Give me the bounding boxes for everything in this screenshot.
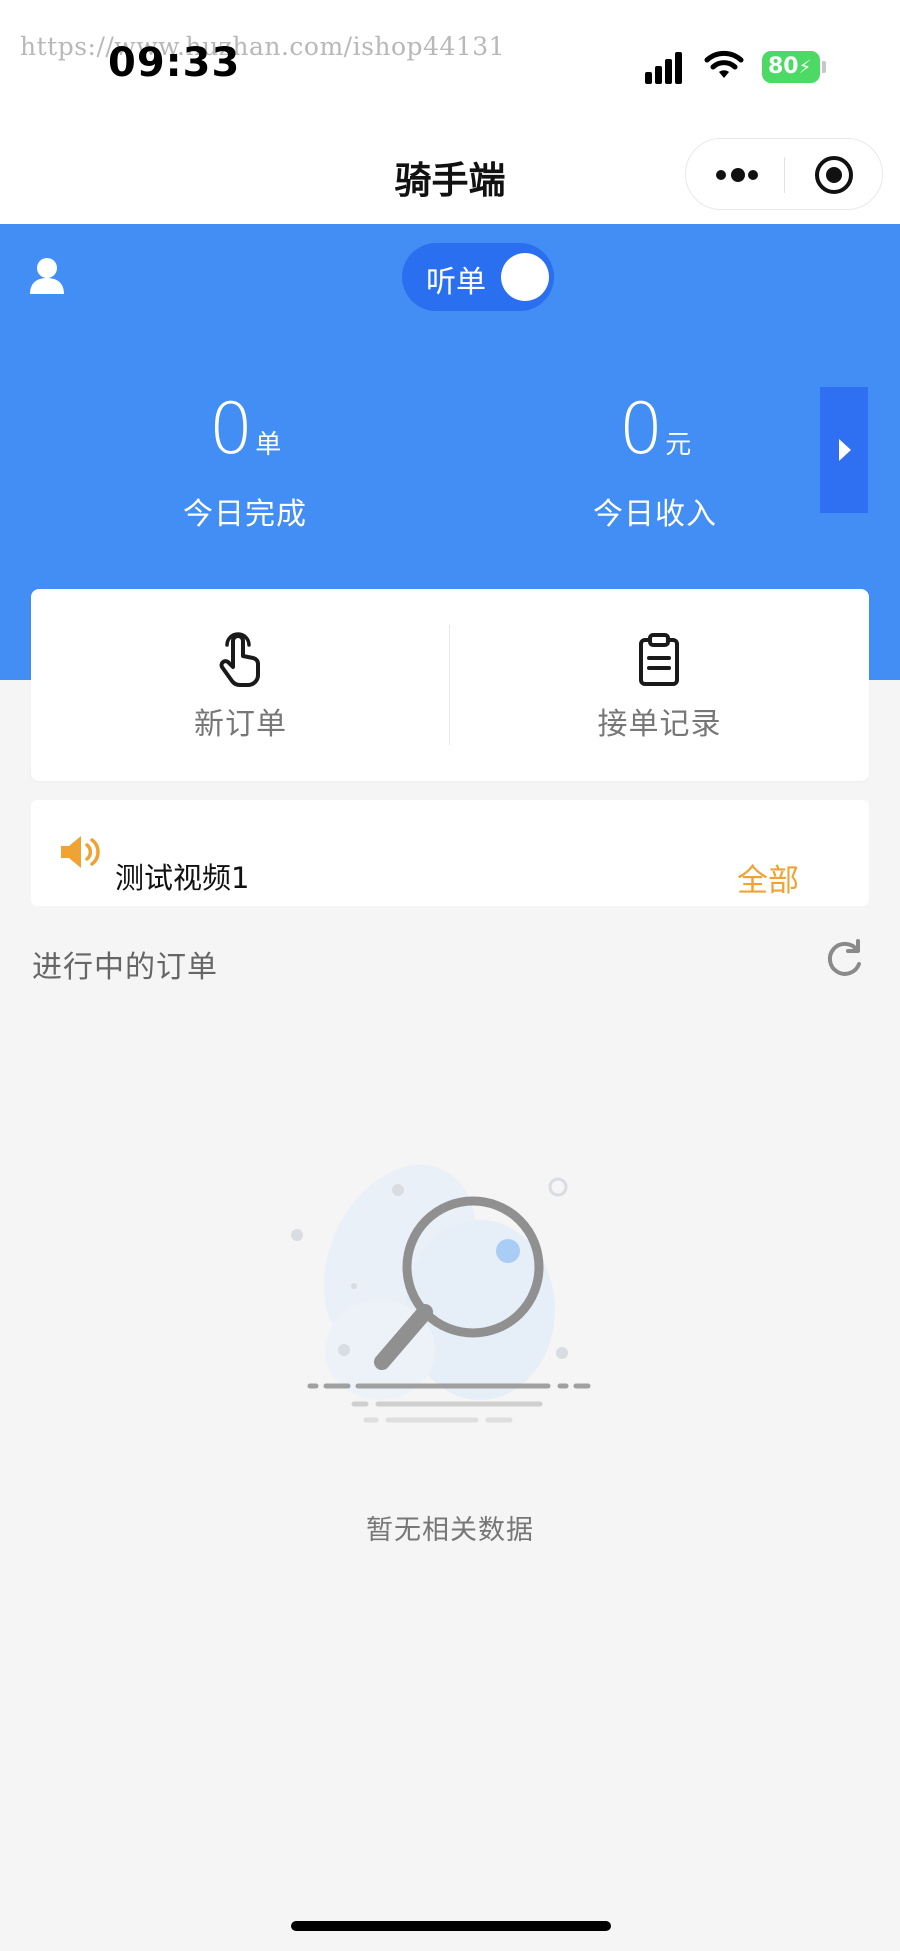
nav-bar: 骑手端 [0,128,900,224]
clipboard-icon [639,633,679,686]
stat-completed-label: 今日完成 [183,497,307,532]
new-orders-label: 新订单 [194,707,287,742]
close-miniprogram-icon[interactable] [815,156,853,194]
stat-completed-value: 0 [208,388,254,470]
status-bar: https://www.huzhan.com/ishop44131 09:33 … [0,0,900,128]
action-card: 新订单 接单记录 [31,589,869,781]
toggle-knob [501,253,549,301]
stat-income-unit: 元 [665,430,692,460]
order-history-label: 接单记录 [597,707,722,742]
chevron-right-icon [839,439,851,461]
mini-program-capsule [685,138,883,210]
battery-tip [822,61,826,73]
empty-search-illustration [291,1164,591,1423]
status-time: 09:33 [108,40,241,86]
toggle-label: 听单 [426,265,486,300]
refresh-icon[interactable] [824,938,864,980]
stat-income: 0元 今日收入 [505,389,805,533]
watermark-url: https://www.huzhan.com/ishop44131 [20,32,506,61]
capsule-divider [784,157,785,193]
tap-hand-icon [219,632,260,687]
notice-text: 测试视频1 [115,861,250,895]
empty-state-text: 暂无相关数据 [366,1515,534,1546]
battery-indicator: 80⚡ [762,51,820,83]
user-profile-icon[interactable] [28,256,66,296]
listen-orders-toggle[interactable]: 听单 [402,243,554,311]
speaker-icon [61,836,100,868]
order-history-button[interactable]: 接单记录 [450,589,869,781]
new-orders-button[interactable]: 新订单 [31,589,450,781]
more-options-icon[interactable] [716,165,762,185]
home-indicator[interactable] [291,1921,611,1931]
notice-bar[interactable]: 测试视频1 全部 [31,800,869,906]
battery-level: 80 [768,54,799,79]
expand-arrow-button[interactable] [820,387,868,513]
stat-completed-unit: 单 [255,430,282,460]
stat-income-label: 今日收入 [593,497,717,532]
ongoing-orders-title: 进行中的订单 [32,950,218,985]
notice-view-all-link[interactable]: 全部 [737,855,799,900]
stat-income-value: 0 [618,388,664,470]
stat-completed: 0单 今日完成 [95,389,395,533]
wifi-icon [704,50,744,78]
cellular-signal-icon [645,50,691,84]
